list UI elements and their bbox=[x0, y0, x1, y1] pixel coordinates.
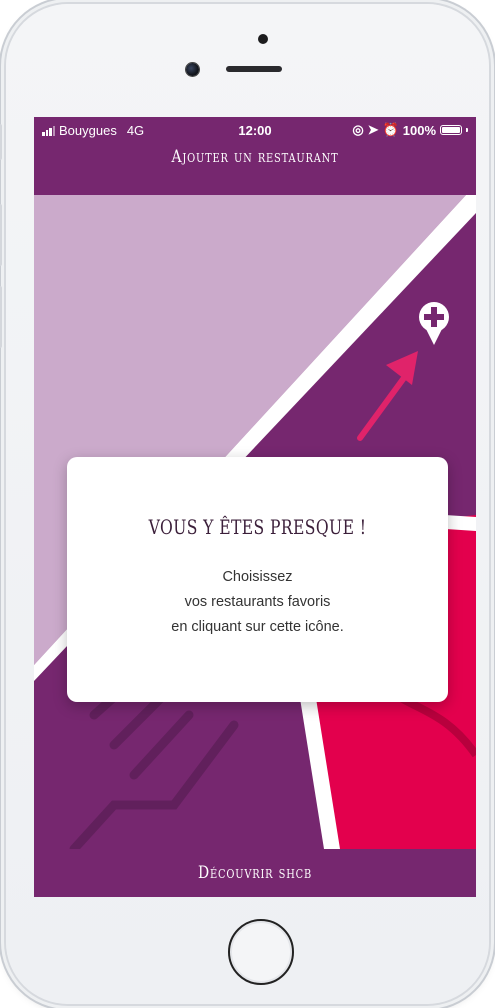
discover-button-label: Découvrir shcb bbox=[197, 863, 313, 883]
modal-line-2: vos restaurants favoris bbox=[184, 594, 331, 610]
modal-line-1: Choisissez bbox=[222, 569, 293, 585]
status-bar: Bouygues 4G 12:00 ◎ ➤ ⏰ 100% bbox=[34, 117, 476, 143]
battery-icon bbox=[440, 125, 462, 135]
modal-line-3: en cliquant sur cette icône. bbox=[171, 619, 344, 635]
discover-button[interactable]: Découvrir shcb bbox=[34, 849, 476, 897]
page-title: Ajouter un restaurant bbox=[171, 147, 339, 167]
earpiece-speaker bbox=[226, 66, 282, 72]
alarm-icon: ⏰ bbox=[382, 122, 399, 137]
silent-switch bbox=[0, 124, 2, 160]
location-icon: ➤ bbox=[367, 122, 379, 137]
battery-label: 100% bbox=[402, 122, 436, 138]
modal-title: VOUS Y ÊTES PRESQUE ! bbox=[148, 515, 367, 539]
home-button[interactable] bbox=[228, 919, 294, 985]
app-screen: Bouygues 4G 12:00 ◎ ➤ ⏰ 100% Ajouter un … bbox=[34, 117, 476, 897]
modal-message: Choisissez vos restaurants favoris en cl… bbox=[67, 565, 448, 640]
front-camera bbox=[186, 63, 199, 76]
battery-tip bbox=[466, 128, 468, 132]
status-right: ◎ ➤ ⏰ 100% bbox=[352, 122, 468, 138]
volume-down-button bbox=[0, 286, 2, 348]
volume-up-button bbox=[0, 204, 2, 266]
proximity-sensor bbox=[258, 34, 268, 44]
onboarding-modal: VOUS Y ÊTES PRESQUE ! Choisissez vos res… bbox=[67, 457, 448, 702]
rotation-lock-icon: ◎ bbox=[352, 122, 364, 137]
